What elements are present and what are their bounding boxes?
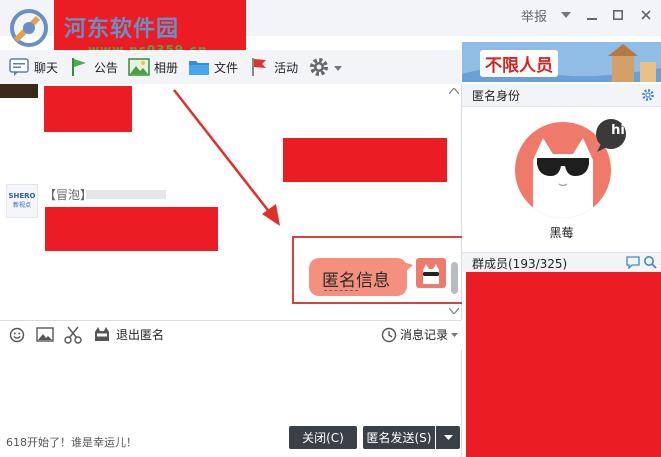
report-button[interactable]: 举报 xyxy=(515,0,553,30)
bubble-underline xyxy=(324,290,358,291)
chevron-down-icon xyxy=(443,435,453,440)
flag-icon xyxy=(68,56,90,78)
anon-name: 黑莓 xyxy=(549,226,574,240)
search-icon[interactable] xyxy=(643,255,657,269)
bubble-text: 匿名信息 xyxy=(322,271,390,291)
tab-files[interactable]: 文件 xyxy=(188,52,238,82)
anon-identity-header: 匿名身份 xyxy=(462,84,661,107)
dropdown-icon[interactable] xyxy=(553,0,579,30)
clock-icon xyxy=(381,327,397,342)
close-button[interactable]: 关闭(C) xyxy=(289,426,357,449)
gear-icon xyxy=(308,56,330,78)
chat-bubble-icon[interactable] xyxy=(626,256,640,269)
photo-icon xyxy=(128,56,150,78)
tab-announcement[interactable]: 公告 xyxy=(68,52,118,82)
close-icon[interactable] xyxy=(631,0,661,30)
tab-chat[interactable]: 聊天 xyxy=(8,52,58,82)
members-header: 群成员(193/325) xyxy=(462,252,661,272)
minimize-icon[interactable] xyxy=(579,0,605,30)
partial-avatar xyxy=(0,84,38,98)
gear-icon[interactable] xyxy=(641,88,655,102)
activity-flag-icon xyxy=(248,56,270,78)
image-icon[interactable] xyxy=(36,327,54,346)
avatar[interactable]: SHERO 新视点 xyxy=(6,184,38,218)
scroll-down-icon[interactable] xyxy=(448,307,460,317)
hi-badge: hi xyxy=(611,123,625,138)
settings-menu-button[interactable] xyxy=(308,52,343,82)
tab-activity[interactable]: 活动 xyxy=(248,52,298,82)
members-label: 群成员(193/325) xyxy=(472,257,568,271)
blurred-sender-name xyxy=(86,190,166,199)
anon-avatar-small-icon[interactable] xyxy=(416,258,446,288)
tab-album[interactable]: 相册 xyxy=(128,52,178,82)
redacted-member-list xyxy=(466,272,661,457)
folder-icon xyxy=(188,56,210,78)
scissors-icon[interactable] xyxy=(64,326,82,347)
annotation-arrow-icon xyxy=(173,89,280,226)
anon-send-button[interactable]: 匿名发送(S) xyxy=(363,426,435,449)
emoji-icon[interactable] xyxy=(9,327,25,346)
window-controls: 举报 xyxy=(515,0,661,30)
chevron-down-icon xyxy=(451,332,459,337)
chevron-down-icon xyxy=(334,60,343,74)
scroll-up-icon[interactable] xyxy=(448,86,460,97)
watermark-logo-icon xyxy=(10,9,48,47)
anon-identity-title: 匿名身份 xyxy=(472,89,521,103)
redacted-message xyxy=(283,138,447,182)
maximize-icon[interactable] xyxy=(605,0,631,30)
watermark-name: 河东软件园 xyxy=(64,16,180,42)
banner-text: 不限人员 xyxy=(480,50,558,77)
sender-tag: 【冒泡】 xyxy=(44,188,93,202)
bubble-tail-icon xyxy=(403,262,413,274)
ad-banner[interactable]: 不限人员 xyxy=(462,42,661,82)
message-history-button[interactable]: 消息记录 xyxy=(381,326,459,343)
chat-icon xyxy=(8,56,30,78)
status-text: 618开始了！谁是幸运儿！ xyxy=(6,436,137,449)
redacted-message xyxy=(44,86,132,132)
send-options-button[interactable] xyxy=(436,426,460,449)
main-toolbar: 聊天 公告 相册 文件 活动 xyxy=(0,50,461,84)
anon-mask-icon xyxy=(95,327,109,341)
exit-anon-button[interactable]: 退出匿名 xyxy=(93,325,164,343)
